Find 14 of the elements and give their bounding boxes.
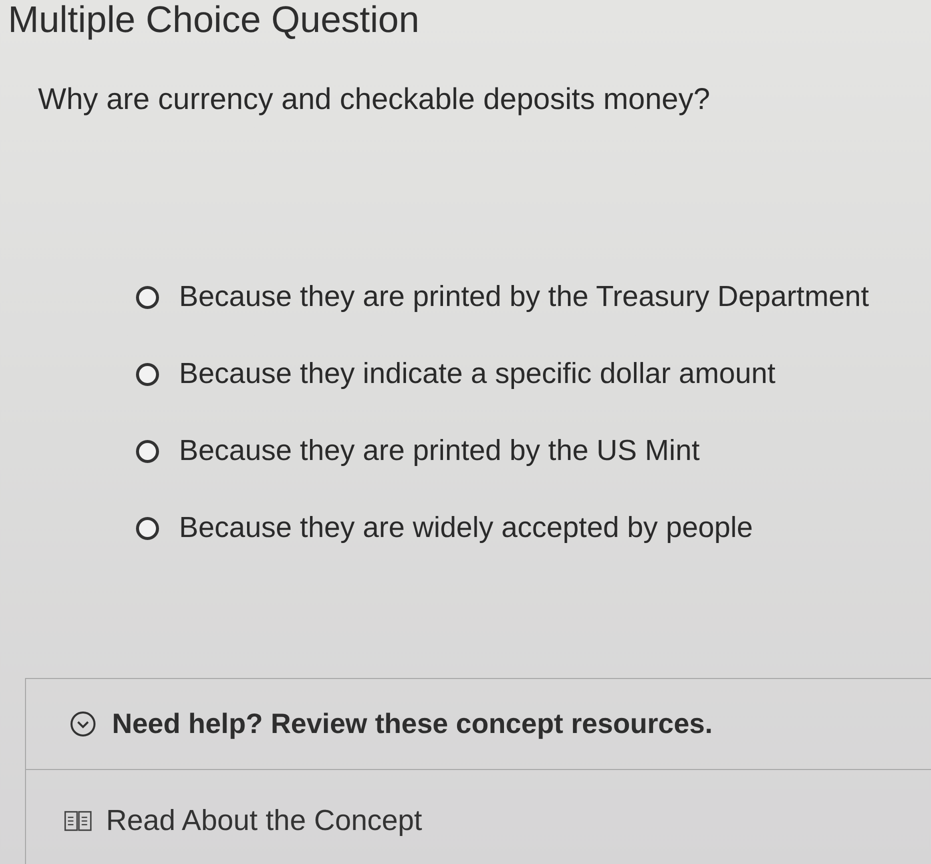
- book-icon: [64, 810, 92, 832]
- chevron-down-circle-icon: [70, 711, 96, 737]
- question-prompt: Why are currency and checkable deposits money?: [38, 83, 710, 117]
- answer-option[interactable]: Because they are printed by the Treasury Department: [179, 280, 869, 314]
- answer-option[interactable]: Because they are widely accepted by people: [179, 511, 753, 545]
- question-type-title: Multiple Choice Question: [7, 0, 420, 40]
- answer-option[interactable]: Because they indicate a specific dollar amount: [179, 357, 776, 391]
- answer-option[interactable]: Because they are printed by the US Mint: [179, 434, 700, 468]
- help-toggle[interactable]: Need help? Review these concept resources.: [26, 679, 931, 770]
- radio-button[interactable]: [136, 440, 159, 462]
- resource-link[interactable]: Read About the Concept: [26, 805, 422, 837]
- radio-button[interactable]: [136, 516, 159, 540]
- radio-button[interactable]: [136, 286, 159, 308]
- radio-button[interactable]: [136, 362, 159, 386]
